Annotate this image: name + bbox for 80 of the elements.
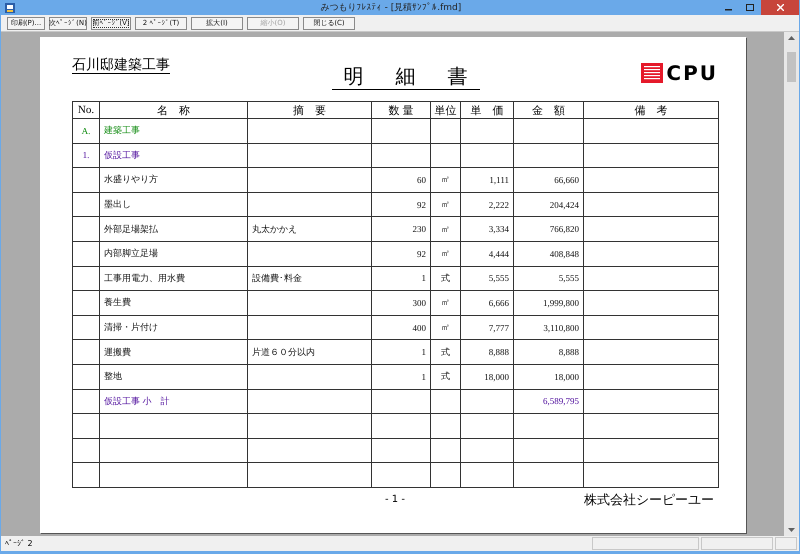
note-cell-text: 設備費･料金	[252, 272, 303, 285]
status-pane	[701, 537, 773, 550]
close-button[interactable]	[761, 0, 799, 15]
amount-cell-text: 6,589,795	[542, 396, 579, 406]
amount-cell-text: 5,555	[558, 273, 579, 284]
column-header: 備 考	[584, 102, 718, 118]
document-title: 明 細 書	[332, 65, 480, 90]
name-cell-text: 建築工事	[104, 124, 141, 138]
quantity-cell-text: 230	[412, 224, 426, 234]
unit-cell-text: ㎡	[440, 247, 451, 260]
price-cell-text: 1,111	[488, 174, 509, 185]
unit-cell-text: ㎡	[440, 321, 451, 334]
price-cell-text: 4,444	[488, 248, 509, 259]
unit-cell-text: 式	[440, 272, 451, 285]
client-name: 石川邸建築工事	[72, 58, 170, 74]
column-header: 単位	[430, 102, 460, 118]
unit-cell-text: ㎡	[440, 173, 451, 186]
price-cell-text: 7,777	[488, 322, 509, 333]
amount-cell-text: 408,848	[548, 248, 579, 259]
amount-cell-text: 204,424	[548, 200, 579, 210]
amount-cell-text: 8,888	[558, 347, 579, 358]
unit-cell-text: 式	[440, 370, 451, 384]
quantity-cell-text: 92	[416, 200, 426, 210]
scroll-down-icon[interactable]	[788, 528, 795, 532]
price-cell-text: 2,222	[488, 200, 509, 210]
amount-cell-text: 18,000	[553, 372, 579, 382]
column-header: 数 量	[372, 102, 430, 118]
close-icon[interactable]	[776, 4, 784, 11]
price-cell-text: 5,555	[488, 273, 509, 284]
price-cell-text: 18,000	[483, 372, 509, 382]
unit-cell-text: ㎡	[440, 222, 451, 236]
page-number: - 1 -	[385, 494, 405, 506]
logo-icon	[641, 63, 664, 83]
number-cell-text: 1.	[82, 150, 90, 160]
scroll-up-icon[interactable]	[788, 36, 795, 40]
app-icon	[5, 2, 15, 12]
quantity-cell-text: 300	[412, 298, 426, 308]
column-header: 単 価	[460, 102, 514, 118]
name-cell-text: 墨出し	[104, 198, 132, 212]
price-cell-text: 8,888	[488, 347, 509, 358]
name-cell-text: 工事用電力、用水費	[104, 272, 186, 285]
name-cell-text: 清掃・片付け	[104, 321, 159, 334]
name-cell-text: 運搬費	[104, 346, 132, 359]
column-header: 名 称	[100, 102, 248, 118]
quantity-cell-text: 1	[420, 273, 426, 284]
scrollbar-thumb[interactable]	[787, 52, 796, 82]
column-header: 摘 要	[248, 102, 372, 118]
quantity-cell-text: 60	[416, 174, 426, 185]
logo-text: CPU	[666, 63, 718, 83]
name-cell-text: 外部足場架払	[104, 222, 159, 236]
name-cell-text: 整地	[104, 370, 123, 384]
name-cell-text: 養生費	[104, 296, 132, 310]
window-title: みつもりﾌﾚｽﾃｨ - [見積ｻﾝﾌﾟﾙ.fmd]	[320, 2, 462, 14]
amount-cell-text: 66,660	[553, 174, 579, 185]
quantity-cell-text: 1	[420, 347, 426, 358]
amount-cell-text: 3,110,800	[542, 322, 579, 333]
price-cell-text: 6,666	[488, 298, 509, 308]
maximize-icon[interactable]	[746, 4, 754, 11]
vertical-scrollbar[interactable]	[784, 32, 799, 536]
price-cell-text: 3,334	[488, 224, 509, 234]
amount-cell-text: 766,820	[548, 224, 579, 234]
unit-cell-text: 式	[440, 346, 451, 359]
column-header: 金 額	[514, 102, 584, 118]
note-cell-text: 片道６０分以内	[252, 346, 316, 359]
number-cell-text: A.	[80, 126, 92, 136]
company-name: 株式会社シーピーユー	[584, 490, 714, 509]
column-header: No.	[72, 102, 100, 118]
name-cell-text: 水盛りやり方	[104, 173, 159, 186]
unit-cell-text: ㎡	[440, 198, 451, 212]
resize-grip[interactable]	[775, 537, 797, 550]
quantity-cell-text: 400	[412, 322, 426, 333]
note-cell-text: 丸太かかえ	[252, 222, 298, 236]
quantity-cell-text: 92	[416, 248, 426, 259]
quantity-cell-text: 1	[420, 372, 426, 382]
name-cell-text: 仮設工事 小 計	[104, 394, 170, 408]
name-cell-text: 内部脚立足場	[104, 247, 159, 260]
amount-cell-text: 1,999,800	[542, 298, 579, 308]
status-text: ﾍﾟｰｼﾞ 2	[4, 539, 33, 548]
name-cell-text: 仮設工事	[104, 148, 141, 162]
unit-cell-text: ㎡	[440, 296, 451, 310]
